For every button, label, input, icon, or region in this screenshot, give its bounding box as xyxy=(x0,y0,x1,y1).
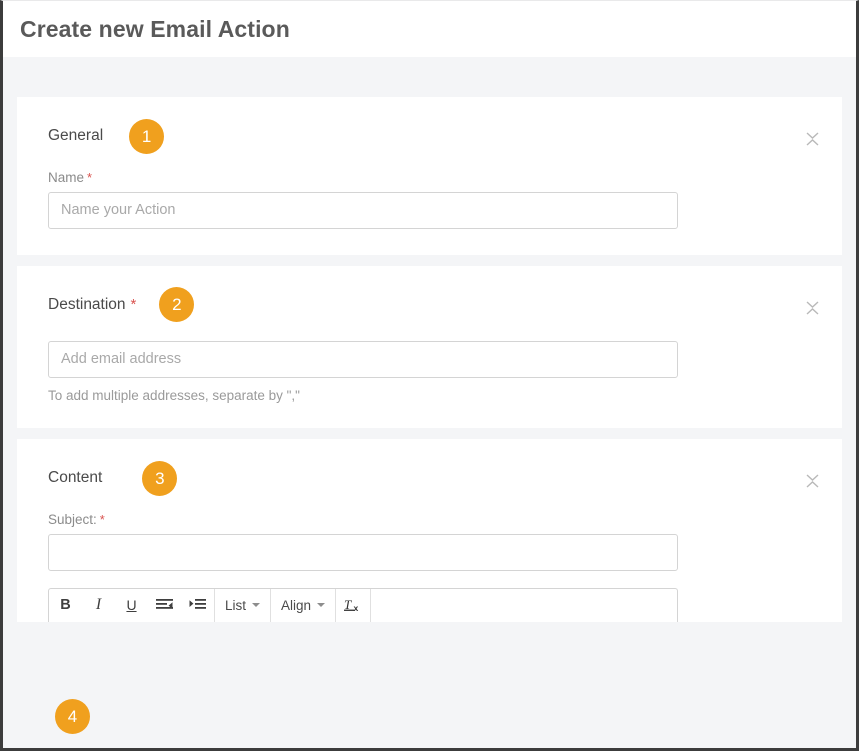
name-field-label: Name * xyxy=(48,171,814,185)
name-input[interactable] xyxy=(48,191,678,229)
collapse-chevrons-icon[interactable] xyxy=(800,468,824,494)
toolbar-group-align: Align xyxy=(271,588,337,622)
subject-field-label: Subject: * xyxy=(48,513,814,527)
destination-helper-text: To add multiple addresses, separate by "… xyxy=(48,387,300,403)
outdent-icon[interactable] xyxy=(148,589,181,622)
bold-button[interactable]: B xyxy=(49,589,82,622)
section-header-destination: Destination * 2 xyxy=(48,287,818,322)
align-dropdown-label: Align xyxy=(281,597,312,613)
align-dropdown[interactable]: Align xyxy=(271,589,335,622)
section-header-general: General 1 xyxy=(48,118,818,154)
subject-label-text: Subject: xyxy=(48,512,97,527)
list-dropdown[interactable]: List xyxy=(215,589,270,622)
page-title: Create new Email Action xyxy=(20,15,290,42)
name-required-star: * xyxy=(87,170,93,185)
remove-format-icon[interactable]: T x xyxy=(336,589,370,622)
section-card-general: General 1 Name * xyxy=(17,97,842,255)
destination-required-star: * xyxy=(130,296,137,313)
toolbar-group-format: B I U xyxy=(49,588,215,622)
list-dropdown-label: List xyxy=(225,597,247,613)
section-card-destination: Destination * 2 To add multiple addresse… xyxy=(17,265,842,428)
collapse-chevrons-icon[interactable] xyxy=(800,126,824,152)
collapse-chevrons-icon[interactable] xyxy=(800,295,824,321)
section-title-destination: Destination xyxy=(48,295,126,313)
email-address-input[interactable] xyxy=(48,340,678,378)
step-badge-3: 3 xyxy=(142,460,178,496)
section-title-general: General xyxy=(48,127,104,145)
subject-required-star: * xyxy=(99,512,105,527)
rich-text-editor-toolbar: B I U List Align T x xyxy=(48,587,678,622)
section-card-content: Content 3 Subject: * B I U List Align T … xyxy=(17,439,842,622)
svg-text:x: x xyxy=(354,603,359,613)
italic-button[interactable]: I xyxy=(82,589,115,622)
toolbar-group-clear: T x xyxy=(336,588,372,622)
page-header: Create new Email Action xyxy=(3,1,856,57)
indent-icon[interactable] xyxy=(181,589,214,622)
section-header-content: Content 3 xyxy=(48,460,818,496)
app-window: Create new Email Action General 1 Name* xyxy=(0,0,859,751)
toolbar-group-list: List xyxy=(215,588,272,622)
page-body: General 1 Name* Destination * 2 xyxy=(3,57,856,748)
section-title-content: Content xyxy=(48,469,103,487)
name-label-text: Name xyxy=(48,170,85,185)
step-badge-4: 4 xyxy=(55,699,90,734)
chevron-down-icon xyxy=(317,603,326,607)
chevron-down-icon xyxy=(252,603,261,607)
step-badge-1: 1 xyxy=(129,118,165,154)
underline-button[interactable]: U xyxy=(115,589,148,622)
subject-input[interactable] xyxy=(48,533,678,571)
step-badge-2: 2 xyxy=(159,287,195,322)
